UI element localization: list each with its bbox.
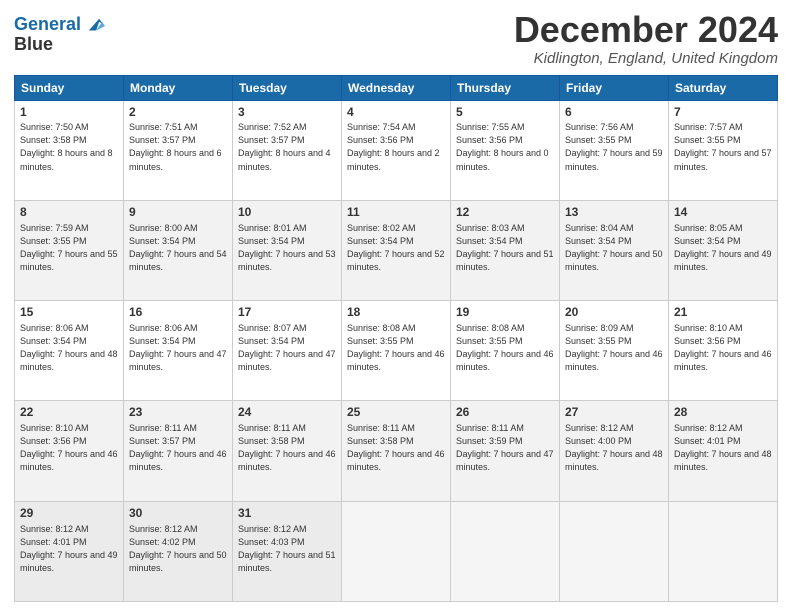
table-row: 5Sunrise: 7:55 AMSunset: 3:56 PMDaylight… — [451, 100, 560, 200]
calendar-week-row: 15Sunrise: 8:06 AMSunset: 3:54 PMDayligh… — [15, 301, 778, 401]
table-row: 1Sunrise: 7:50 AMSunset: 3:58 PMDaylight… — [15, 100, 124, 200]
table-row: 14Sunrise: 8:05 AMSunset: 3:54 PMDayligh… — [669, 200, 778, 300]
title-block: December 2024 Kidlington, England, Unite… — [514, 10, 778, 67]
table-row: 16Sunrise: 8:06 AMSunset: 3:54 PMDayligh… — [124, 301, 233, 401]
table-row: 27Sunrise: 8:12 AMSunset: 4:00 PMDayligh… — [560, 401, 669, 501]
calendar-week-row: 8Sunrise: 7:59 AMSunset: 3:55 PMDaylight… — [15, 200, 778, 300]
header: General Blue December 2024 Kidlington, E… — [14, 10, 778, 67]
table-row: 2Sunrise: 7:51 AMSunset: 3:57 PMDaylight… — [124, 100, 233, 200]
logo-icon — [83, 14, 105, 36]
table-row — [342, 501, 451, 601]
table-row: 24Sunrise: 8:11 AMSunset: 3:58 PMDayligh… — [233, 401, 342, 501]
table-row: 17Sunrise: 8:07 AMSunset: 3:54 PMDayligh… — [233, 301, 342, 401]
table-row: 3Sunrise: 7:52 AMSunset: 3:57 PMDaylight… — [233, 100, 342, 200]
table-row: 22Sunrise: 8:10 AMSunset: 3:56 PMDayligh… — [15, 401, 124, 501]
calendar-table: Sunday Monday Tuesday Wednesday Thursday… — [14, 75, 778, 602]
table-row — [669, 501, 778, 601]
logo: General Blue — [14, 14, 105, 55]
table-row — [451, 501, 560, 601]
col-saturday: Saturday — [669, 75, 778, 100]
table-row: 29Sunrise: 8:12 AMSunset: 4:01 PMDayligh… — [15, 501, 124, 601]
logo-text: General — [14, 15, 81, 35]
logo-line2: Blue — [14, 34, 105, 55]
table-row: 9Sunrise: 8:00 AMSunset: 3:54 PMDaylight… — [124, 200, 233, 300]
table-row — [560, 501, 669, 601]
calendar-week-row: 1Sunrise: 7:50 AMSunset: 3:58 PMDaylight… — [15, 100, 778, 200]
table-row: 4Sunrise: 7:54 AMSunset: 3:56 PMDaylight… — [342, 100, 451, 200]
col-monday: Monday — [124, 75, 233, 100]
col-friday: Friday — [560, 75, 669, 100]
table-row: 7Sunrise: 7:57 AMSunset: 3:55 PMDaylight… — [669, 100, 778, 200]
table-row: 19Sunrise: 8:08 AMSunset: 3:55 PMDayligh… — [451, 301, 560, 401]
table-row: 26Sunrise: 8:11 AMSunset: 3:59 PMDayligh… — [451, 401, 560, 501]
calendar-header-row: Sunday Monday Tuesday Wednesday Thursday… — [15, 75, 778, 100]
col-tuesday: Tuesday — [233, 75, 342, 100]
table-row: 12Sunrise: 8:03 AMSunset: 3:54 PMDayligh… — [451, 200, 560, 300]
table-row: 15Sunrise: 8:06 AMSunset: 3:54 PMDayligh… — [15, 301, 124, 401]
table-row: 21Sunrise: 8:10 AMSunset: 3:56 PMDayligh… — [669, 301, 778, 401]
col-thursday: Thursday — [451, 75, 560, 100]
table-row: 20Sunrise: 8:09 AMSunset: 3:55 PMDayligh… — [560, 301, 669, 401]
page: General Blue December 2024 Kidlington, E… — [0, 0, 792, 612]
col-sunday: Sunday — [15, 75, 124, 100]
table-row: 8Sunrise: 7:59 AMSunset: 3:55 PMDaylight… — [15, 200, 124, 300]
table-row: 28Sunrise: 8:12 AMSunset: 4:01 PMDayligh… — [669, 401, 778, 501]
table-row: 23Sunrise: 8:11 AMSunset: 3:57 PMDayligh… — [124, 401, 233, 501]
table-row: 31Sunrise: 8:12 AMSunset: 4:03 PMDayligh… — [233, 501, 342, 601]
table-row: 6Sunrise: 7:56 AMSunset: 3:55 PMDaylight… — [560, 100, 669, 200]
table-row: 30Sunrise: 8:12 AMSunset: 4:02 PMDayligh… — [124, 501, 233, 601]
calendar-week-row: 29Sunrise: 8:12 AMSunset: 4:01 PMDayligh… — [15, 501, 778, 601]
location: Kidlington, England, United Kingdom — [514, 50, 778, 67]
col-wednesday: Wednesday — [342, 75, 451, 100]
month-title: December 2024 — [514, 10, 778, 50]
table-row: 25Sunrise: 8:11 AMSunset: 3:58 PMDayligh… — [342, 401, 451, 501]
table-row: 11Sunrise: 8:02 AMSunset: 3:54 PMDayligh… — [342, 200, 451, 300]
calendar-week-row: 22Sunrise: 8:10 AMSunset: 3:56 PMDayligh… — [15, 401, 778, 501]
table-row: 13Sunrise: 8:04 AMSunset: 3:54 PMDayligh… — [560, 200, 669, 300]
table-row: 18Sunrise: 8:08 AMSunset: 3:55 PMDayligh… — [342, 301, 451, 401]
table-row: 10Sunrise: 8:01 AMSunset: 3:54 PMDayligh… — [233, 200, 342, 300]
